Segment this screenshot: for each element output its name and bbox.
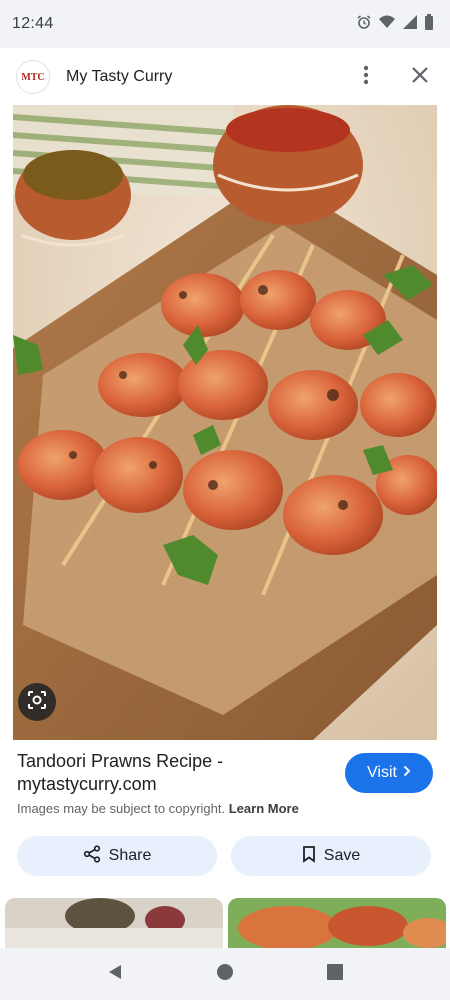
copyright-text: Images may be subject to copyright. bbox=[17, 801, 226, 816]
close-button[interactable] bbox=[406, 63, 434, 91]
page-header: MTC My Tasty Curry bbox=[0, 48, 450, 106]
related-image[interactable] bbox=[5, 898, 223, 948]
signal-icon bbox=[402, 14, 418, 35]
home-icon[interactable] bbox=[216, 963, 234, 986]
lens-search-button[interactable] bbox=[18, 683, 56, 721]
status-bar: 12:44 bbox=[0, 0, 450, 48]
share-label: Share bbox=[108, 847, 152, 864]
system-nav-bar bbox=[0, 948, 450, 1000]
save-button[interactable]: Save bbox=[231, 836, 431, 876]
status-time: 12:44 bbox=[12, 15, 54, 32]
more-options-button[interactable] bbox=[352, 63, 380, 91]
save-label: Save bbox=[323, 847, 361, 864]
chevron-right-icon bbox=[403, 764, 411, 782]
result-title[interactable]: Tandoori Prawns Recipe - mytastycurry.co… bbox=[17, 750, 317, 796]
site-name[interactable]: My Tasty Curry bbox=[66, 68, 352, 86]
result-image[interactable] bbox=[13, 105, 437, 740]
close-icon bbox=[411, 66, 429, 89]
wifi-icon bbox=[378, 14, 396, 35]
visit-label: Visit bbox=[367, 764, 397, 781]
bookmark-icon bbox=[302, 845, 316, 868]
alarm-icon bbox=[356, 14, 372, 35]
visit-button[interactable]: Visit bbox=[345, 753, 433, 793]
share-button[interactable]: Share bbox=[17, 836, 217, 876]
learn-more-link[interactable]: Learn More bbox=[229, 801, 299, 816]
back-icon[interactable] bbox=[106, 963, 124, 986]
related-image[interactable] bbox=[228, 898, 446, 948]
lens-icon bbox=[26, 689, 48, 716]
status-icons bbox=[356, 13, 434, 35]
more-vert-icon bbox=[363, 65, 369, 90]
share-icon bbox=[83, 844, 101, 868]
recents-icon[interactable] bbox=[326, 963, 344, 986]
battery-icon bbox=[424, 13, 434, 35]
copyright-notice: Images may be subject to copyright. Lear… bbox=[17, 801, 299, 816]
site-logo[interactable]: MTC bbox=[16, 60, 50, 94]
